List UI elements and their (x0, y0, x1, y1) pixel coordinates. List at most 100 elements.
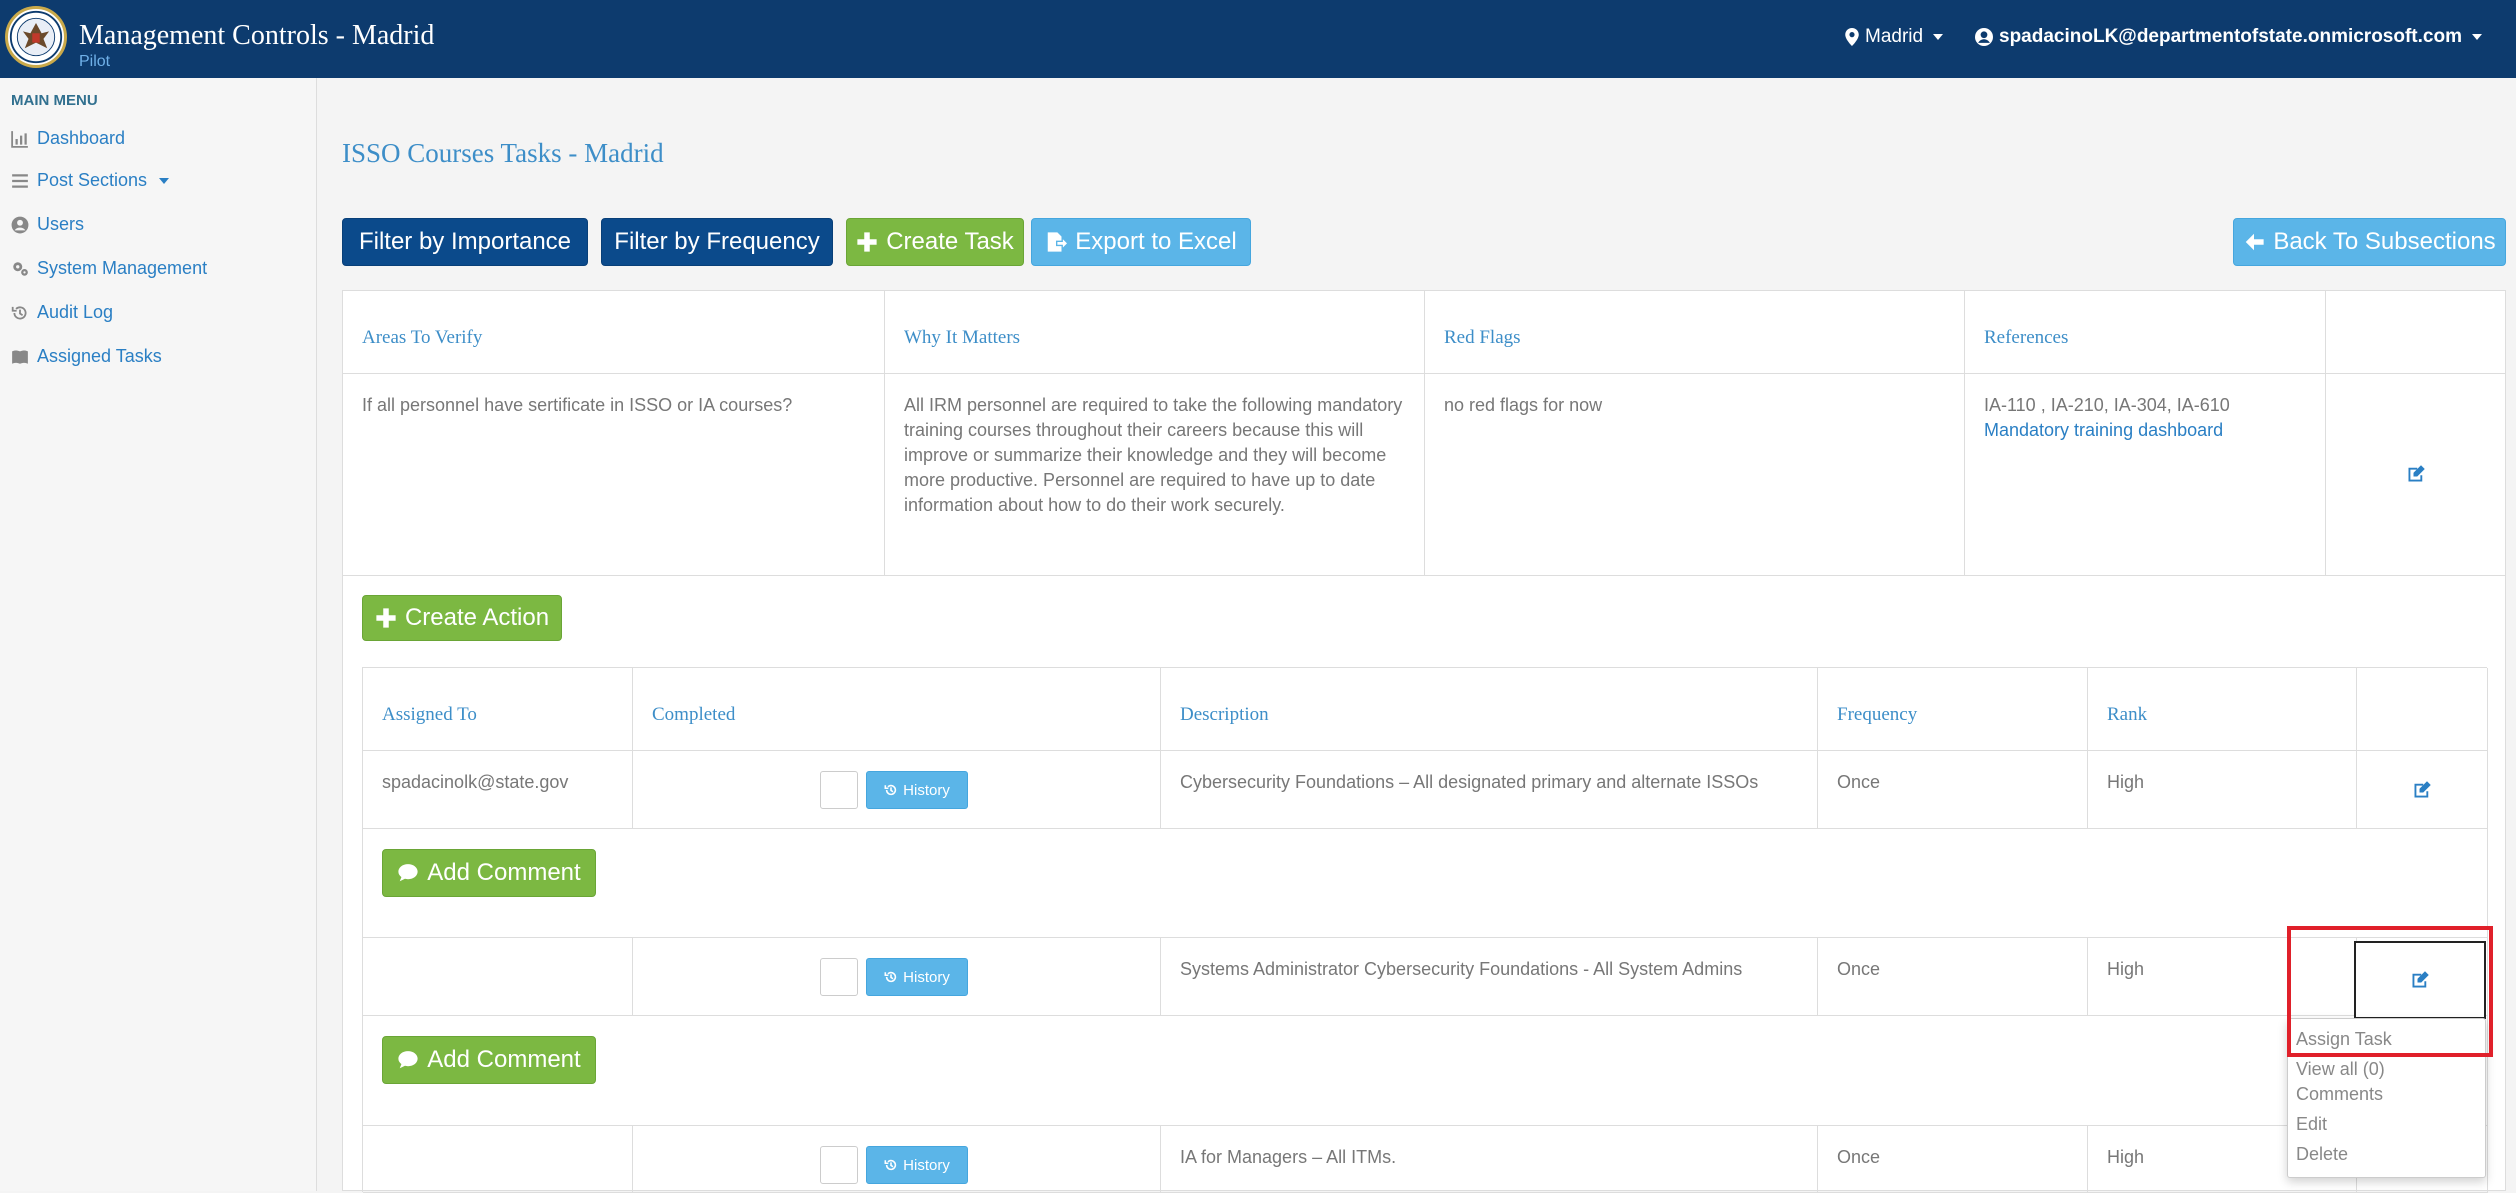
history-icon (884, 1159, 897, 1171)
cell-why-it-matters: All IRM personnel are required to take t… (885, 374, 1425, 576)
comment-row: Add Comment (363, 1016, 2488, 1126)
cell-description: Cybersecurity Foundations – All designat… (1161, 751, 1818, 829)
create-task-button[interactable]: Create Task (846, 218, 1024, 266)
history-icon (11, 304, 29, 322)
chevron-down-icon (2471, 34, 2482, 40)
sidebar-item-label: Dashboard (37, 128, 126, 148)
cell-red-flags: no red flags for now (1425, 374, 1965, 576)
highlight-annotation-box (2287, 926, 2493, 1057)
sidebar-item-dashboard[interactable]: Dashboard (11, 128, 125, 149)
history-button[interactable]: History (866, 958, 968, 996)
sidebar-item-post-sections[interactable]: Post Sections (11, 170, 170, 191)
cell-rank: High (2088, 751, 2357, 829)
menu-item-edit[interactable]: Edit (2296, 1114, 2327, 1135)
export-to-excel-button[interactable]: Export to Excel (1031, 218, 1251, 266)
button-label: Filter by Frequency (614, 228, 820, 255)
add-comment-button[interactable]: Add Comment (382, 1036, 596, 1084)
history-button[interactable]: History (866, 771, 968, 809)
cell-row-actions (2357, 751, 2488, 829)
cell-area-to-verify: If all personnel have sertificate in ISS… (343, 374, 885, 576)
completed-checkbox[interactable] (820, 771, 858, 809)
plus-icon (857, 232, 877, 252)
references-text: IA-110 , IA-210, IA-304, IA-610 (1984, 395, 2230, 415)
header-actions (2357, 668, 2488, 751)
sidebar-item-assigned-tasks[interactable]: Assigned Tasks (11, 346, 162, 367)
add-comment-button[interactable]: Add Comment (382, 849, 596, 897)
menu-item-delete[interactable]: Delete (2296, 1144, 2348, 1165)
cell-completed: History (633, 751, 1161, 829)
button-label: History (903, 968, 950, 986)
menu-item-comments[interactable]: Comments (2296, 1084, 2383, 1105)
book-icon (11, 348, 29, 366)
button-label: Create Action (404, 604, 550, 631)
list-icon (11, 172, 29, 190)
cell-description: IA for Managers – All ITMs. (1161, 1126, 1818, 1193)
cell-frequency: Once (1818, 938, 2088, 1016)
edit-icon[interactable] (2406, 464, 2426, 484)
filter-by-importance-button[interactable]: Filter by Importance (342, 218, 588, 266)
sidebar-item-label: System Management (37, 258, 208, 278)
cell-assigned-to: spadacinolk@state.gov (363, 751, 633, 829)
mandatory-training-link[interactable]: Mandatory training dashboard (1984, 420, 2223, 440)
app-title[interactable]: Management Controls - Madrid (79, 20, 434, 52)
user-email: spadacinoLK@departmentofstate.onmicrosof… (1999, 26, 2462, 47)
button-label: Create Task (886, 228, 1014, 255)
cell-description: Systems Administrator Cybersecurity Foun… (1161, 938, 1818, 1016)
button-label: History (903, 1156, 950, 1174)
header-areas-to-verify: Areas To Verify (343, 291, 885, 374)
history-icon (884, 784, 897, 796)
menu-item-view-all[interactable]: View all (0) (2296, 1059, 2385, 1080)
header-rank: Rank (2088, 668, 2357, 751)
completed-checkbox[interactable] (820, 1146, 858, 1184)
cell-references: IA-110 , IA-210, IA-304, IA-610 Mandator… (1965, 374, 2326, 576)
action-table: Assigned To Completed Description Freque… (362, 667, 2488, 1193)
user-circle-icon (11, 216, 29, 234)
completed-checkbox[interactable] (820, 958, 858, 996)
chevron-down-icon (159, 177, 170, 184)
gears-icon (11, 260, 29, 278)
header-completed: Completed (633, 668, 1161, 751)
button-label: Add Comment (427, 859, 581, 886)
cell-task-actions (2326, 374, 2505, 576)
department-seal-logo (5, 6, 67, 68)
create-action-button[interactable]: Create Action (362, 595, 562, 641)
plus-icon (376, 608, 396, 628)
back-to-subsections-button[interactable]: Back To Subsections (2233, 218, 2506, 266)
header-assigned-to: Assigned To (363, 668, 633, 751)
sidebar-item-label: Assigned Tasks (37, 346, 162, 366)
user-dropdown[interactable]: spadacinoLK@departmentofstate.onmicrosof… (1975, 26, 2482, 48)
app-subtitle: Pilot (79, 53, 111, 70)
user-circle-icon (1975, 28, 1993, 46)
comment-row: Add Comment (363, 829, 2488, 938)
cell-frequency: Once (1818, 1126, 2088, 1193)
page-title: ISSO Courses Tasks - Madrid (342, 138, 664, 168)
location-label: Madrid (1865, 26, 1924, 47)
button-label: Filter by Importance (358, 228, 572, 255)
button-label: Export to Excel (1075, 228, 1237, 255)
edit-icon[interactable] (2412, 780, 2432, 800)
map-marker-icon (1845, 28, 1859, 46)
sidebar-item-label: Users (37, 214, 85, 234)
bar-chart-icon (11, 130, 29, 148)
comment-icon (398, 864, 418, 882)
cell-frequency: Once (1818, 751, 2088, 829)
comment-icon (398, 1051, 418, 1069)
button-label: History (903, 781, 950, 799)
sidebar: MAIN MENU Dashboard Post Sections Users … (0, 78, 317, 1191)
sidebar-item-users[interactable]: Users (11, 214, 84, 235)
sidebar-item-system-management[interactable]: System Management (11, 258, 207, 279)
sidebar-item-audit-log[interactable]: Audit Log (11, 302, 113, 323)
filter-by-frequency-button[interactable]: Filter by Frequency (601, 218, 833, 266)
history-button[interactable]: History (866, 1146, 968, 1184)
location-dropdown[interactable]: Madrid (1845, 26, 1944, 48)
cell-completed: History (633, 1126, 1161, 1193)
sidebar-item-label: Post Sections (37, 170, 148, 190)
button-label: Back To Subsections (2273, 228, 2496, 255)
top-navbar: Management Controls - Madrid Pilot Madri… (0, 0, 2516, 78)
history-icon (884, 971, 897, 983)
arrow-left-icon (2246, 233, 2264, 251)
header-description: Description (1161, 668, 1818, 751)
cell-assigned-to (363, 938, 633, 1016)
header-why-it-matters: Why It Matters (885, 291, 1425, 374)
task-panel: Areas To Verify Why It Matters Red Flags… (342, 290, 2506, 1193)
